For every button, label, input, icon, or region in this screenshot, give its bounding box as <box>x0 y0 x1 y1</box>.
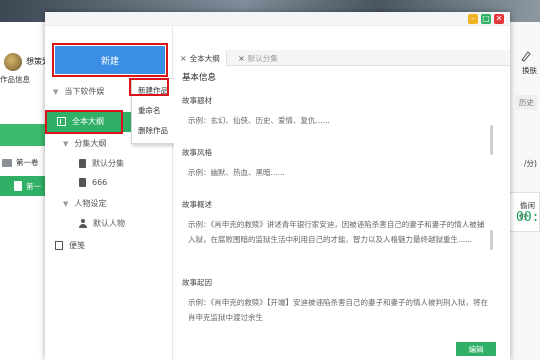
edit-button[interactable]: 编辑 <box>456 342 496 356</box>
document-icon <box>14 181 22 191</box>
highlight-new-work <box>129 78 169 96</box>
folder-icon <box>2 158 12 167</box>
tree-item-666-label: 666 <box>92 178 108 187</box>
minimize-icon[interactable]: – <box>468 14 478 24</box>
tree-item-default-character[interactable]: 默认人物 <box>79 218 125 229</box>
avatar[interactable] <box>4 53 22 71</box>
tree-group-characters-label: 人物设定 <box>74 199 107 208</box>
note-icon <box>55 241 63 250</box>
content-title: 基本信息 <box>182 73 217 83</box>
tree-section-label: 当下软件娱 <box>64 87 105 96</box>
document-icon <box>79 178 86 187</box>
dialog-sidebar: 新建 ▼ 当下软件娱 全本大纲 ▼ 分集大纲 默认分集 666 ▼ 人物设定 默… <box>45 26 173 360</box>
scrollbar-thumb[interactable] <box>490 230 493 250</box>
volume-label: 第一卷 <box>16 158 39 167</box>
tree-item-notes[interactable]: 便笺 <box>55 240 85 251</box>
document-icon <box>79 159 86 168</box>
tree-group-episode-outline-label: 分集大纲 <box>74 139 107 148</box>
menu-item-delete-work[interactable]: 删除作品 <box>138 125 168 136</box>
highlight-new-button <box>52 43 168 77</box>
chapter-label: 第一 <box>26 181 41 191</box>
dialog-titlebar <box>45 12 510 26</box>
history-tab[interactable]: 历史 <box>516 95 537 110</box>
tab-default-episode[interactable]: × 默认分集 <box>232 50 284 66</box>
section-label-origin: 故事起因 <box>182 278 212 287</box>
tab-full-outline-label: 全本大纲 <box>189 53 220 63</box>
menu-item-rename[interactable]: 重命名 <box>138 105 161 116</box>
tree-item-default-character-label: 默认人物 <box>93 219 125 228</box>
tree-group-episode-outline[interactable]: ▼ 分集大纲 <box>63 138 106 149</box>
tree-item-default-episode-label: 默认分集 <box>92 159 124 168</box>
chevron-down-icon: ▼ <box>63 139 69 148</box>
chevron-down-icon: ▼ <box>53 87 59 96</box>
section-body-genre[interactable]: 示例：玄幻、仙侠、历史、爱情、复仇...... <box>188 113 488 128</box>
tab-default-episode-label: 默认分集 <box>247 53 278 63</box>
highlight-full-outline <box>45 110 123 134</box>
close-icon[interactable]: × <box>180 54 187 63</box>
section-label-style: 故事风格 <box>182 148 212 157</box>
chevron-down-icon: ▼ <box>63 199 69 208</box>
tab-full-outline[interactable]: × 全本大纲 <box>174 50 227 66</box>
person-icon <box>79 219 87 228</box>
tree-item-notes-label: 便笺 <box>69 241 85 250</box>
skin-label[interactable]: 换肤 <box>522 65 537 76</box>
outline-dialog: – □ ✕ 新建 ▼ 当下软件娱 全本大纲 ▼ 分集大纲 默认分集 666 ▼ <box>45 12 510 360</box>
skin-icon[interactable] <box>520 50 532 62</box>
timer-readout: 00:0 <box>516 210 540 225</box>
close-icon[interactable]: ✕ <box>494 14 504 24</box>
section-body-origin[interactable]: 示例：《肖申克的救赎》【开端】安迪被诬陷杀害自己的妻子和妻子的情人被判刑入狱，将… <box>188 295 488 325</box>
section-body-style[interactable]: 示例：幽默、热血、黑暗...... <box>188 165 488 180</box>
close-icon[interactable]: × <box>238 54 245 63</box>
section-label-summary: 故事概述 <box>182 200 212 209</box>
outline-content: 基本信息 故事题材 示例：玄幻、仙侠、历史、爱情、复仇...... 故事风格 示… <box>174 67 494 360</box>
tree-item-666[interactable]: 666 <box>79 178 107 187</box>
maximize-icon[interactable]: □ <box>481 14 491 24</box>
section-label-genre: 故事题材 <box>182 96 212 105</box>
tree-item-default-episode[interactable]: 默认分集 <box>79 158 124 169</box>
tree-section-header[interactable]: ▼ 当下软件娱 <box>53 86 104 97</box>
scrollbar[interactable] <box>490 125 493 155</box>
tab-bar: × 全本大纲 × 默认分集 <box>174 50 510 66</box>
work-info-label[interactable]: 作品信息 <box>0 74 30 85</box>
word-count-fraction: /分) <box>524 159 537 168</box>
tree-group-characters[interactable]: ▼ 人物设定 <box>63 198 106 209</box>
volume-item[interactable]: 第一卷 <box>2 157 39 168</box>
section-body-summary[interactable]: 示例：《肖申克的救赎》讲述青年银行家安迪，因被诬陷杀害自己的妻子和妻子的情人被捕… <box>188 217 488 247</box>
